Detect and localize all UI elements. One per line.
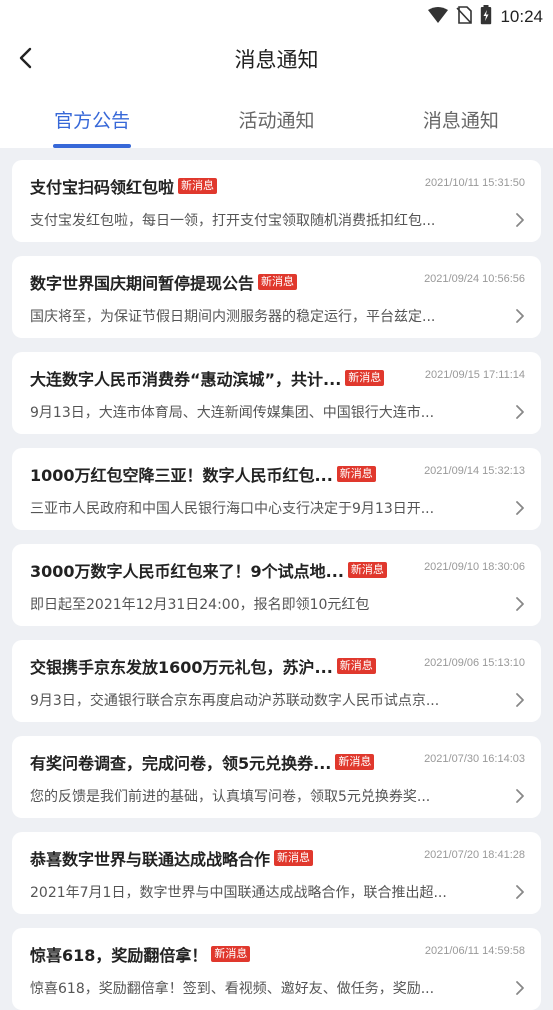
notice-title: 惊喜618，奖励翻倍拿！ 新消息 [30,942,251,966]
notice-summary: 惊喜618，奖励翻倍拿！签到、看视频、邀好友、做任务，奖励... [30,981,435,997]
notice-date: 2021/10/11 15:31:50 [424,177,525,189]
notice-title: 交银携手京东发放1600万元礼包，苏沪... 新消息 [30,654,376,678]
chevron-right-icon [516,213,524,227]
status-bar: 10:24 [0,0,553,32]
notice-title: 恭喜数字世界与联通达成战略合作 新消息 [30,846,314,870]
notice-date: 2021/07/20 18:41:28 [424,849,525,861]
new-message-badge: 新消息 [347,562,387,578]
notice-title-text: 支付宝扫码领红包啦 [30,178,175,197]
tab-message-notices[interactable]: 消息通知 [369,84,553,148]
notice-title: 大连数字人民币消费券“惠动滨城”，共计... 新消息 [30,366,385,390]
no-sim-icon [456,6,473,28]
notice-summary: 即日起至2021年12月31日24:00，报名即领10元红包 [30,597,370,613]
new-message-badge: 新消息 [211,946,251,962]
status-time: 10:24 [500,7,543,26]
wifi-icon [428,7,449,27]
notice-title-text: 有奖问卷调查，完成问卷，领5元兑换券... [30,754,332,773]
notice-date: 2021/09/14 15:32:13 [424,465,525,477]
notice-card[interactable]: 1000万红包空降三亚！数字人民币红包... 新消息 2021/09/14 15:… [12,448,541,530]
notice-title-text: 3000万数字人民币红包来了！9个试点地... [30,562,344,581]
tab-label: 消息通知 [422,110,499,132]
notice-summary: 支付宝发红包啦，每日一领，打开支付宝领取随机消费抵扣红包... [30,213,436,229]
new-message-badge: 新消息 [336,466,376,482]
notice-title: 有奖问卷调查，完成问卷，领5元兑换券... 新消息 [30,750,375,774]
battery-icon [480,5,492,29]
chevron-right-icon [516,309,524,323]
new-message-badge: 新消息 [336,658,376,674]
notice-title: 1000万红包空降三亚！数字人民币红包... 新消息 [30,462,376,486]
notice-title: 支付宝扫码领红包啦 新消息 [30,174,218,198]
notice-card[interactable]: 数字世界国庆期间暂停提现公告 新消息 2021/09/24 10:56:56 国庆… [12,256,541,338]
notice-title-text: 惊喜618，奖励翻倍拿！ [30,946,208,965]
chevron-right-icon [516,789,524,803]
chevron-right-icon [516,981,524,995]
notice-title: 3000万数字人民币红包来了！9个试点地... 新消息 [30,558,387,582]
notice-title-text: 交银携手京东发放1600万元礼包，苏沪... [30,658,333,677]
chevron-right-icon [516,885,524,899]
chevron-right-icon [516,597,524,611]
tab-label: 官方公告 [54,110,131,132]
notice-title: 数字世界国庆期间暂停提现公告 新消息 [30,270,298,294]
notice-title-text: 1000万红包空降三亚！数字人民币红包... [30,466,333,485]
header-area: 10:24 消息通知 官方公告 活动通知 消息通知 [0,0,553,148]
new-message-badge: 新消息 [258,274,298,290]
notice-summary: 9月3日，交通银行联合京东再度启动沪苏联动数字人民币试点京... [30,693,440,709]
new-message-badge: 新消息 [335,754,375,770]
tab-bar: 官方公告 活动通知 消息通知 [0,84,553,148]
notice-list: 支付宝扫码领红包啦 新消息 2021/10/11 15:31:50 支付宝发红包啦… [0,148,553,1010]
chevron-right-icon [516,501,524,515]
notice-card[interactable]: 交银携手京东发放1600万元礼包，苏沪... 新消息 2021/09/06 15:… [12,640,541,722]
new-message-badge: 新消息 [345,370,385,386]
notice-date: 2021/09/10 18:30:06 [424,561,525,573]
notice-summary: 三亚市人民政府和中国人民银行海口中心支行决定于9月13日开... [30,501,435,517]
active-tab-indicator [53,144,132,148]
notice-summary: 2021年7月1日，数字世界与中国联通达成战略合作，联合推出超... [30,885,447,901]
notice-date: 2021/09/15 17:11:14 [424,369,525,381]
notice-card[interactable]: 有奖问卷调查，完成问卷，领5元兑换券... 新消息 2021/07/30 16:1… [12,736,541,818]
notice-summary: 国庆将至，为保证节假日期间内测服务器的稳定运行，平台兹定... [30,309,436,325]
new-message-badge: 新消息 [178,178,218,194]
notice-summary: 您的反馈是我们前进的基础，认真填写问卷，领取5元兑换券奖... [30,789,431,805]
notice-card[interactable]: 大连数字人民币消费券“惠动滨城”，共计... 新消息 2021/09/15 17:… [12,352,541,434]
page-title: 消息通知 [234,48,319,72]
notice-date: 2021/09/06 15:13:10 [424,657,525,669]
notice-date: 2021/06/11 14:59:58 [424,945,525,957]
notice-date: 2021/07/30 16:14:03 [424,753,525,765]
chevron-right-icon [516,693,524,707]
notice-title-text: 数字世界国庆期间暂停提现公告 [30,274,255,293]
chevron-right-icon [516,405,524,419]
notice-date: 2021/09/24 10:56:56 [424,273,525,285]
title-bar: 消息通知 [0,32,553,84]
notice-card[interactable]: 支付宝扫码领红包啦 新消息 2021/10/11 15:31:50 支付宝发红包啦… [12,160,541,242]
notice-card[interactable]: 3000万数字人民币红包来了！9个试点地... 新消息 2021/09/10 18… [12,544,541,626]
status-icons: 10:24 [428,5,543,29]
tab-activity-notices[interactable]: 活动通知 [184,84,368,148]
notice-title-text: 大连数字人民币消费券“惠动滨城”，共计... [30,370,342,389]
tab-label: 活动通知 [238,110,315,132]
notice-card[interactable]: 恭喜数字世界与联通达成战略合作 新消息 2021/07/20 18:41:28 2… [12,832,541,914]
notice-card[interactable]: 惊喜618，奖励翻倍拿！ 新消息 2021/06/11 14:59:58 惊喜61… [12,928,541,1010]
new-message-badge: 新消息 [274,850,314,866]
notice-title-text: 恭喜数字世界与联通达成战略合作 [30,850,271,869]
tab-official-announcements[interactable]: 官方公告 [0,84,184,148]
notice-summary: 9月13日，大连市体育局、大连新闻传媒集团、中国银行大连市... [30,405,435,421]
